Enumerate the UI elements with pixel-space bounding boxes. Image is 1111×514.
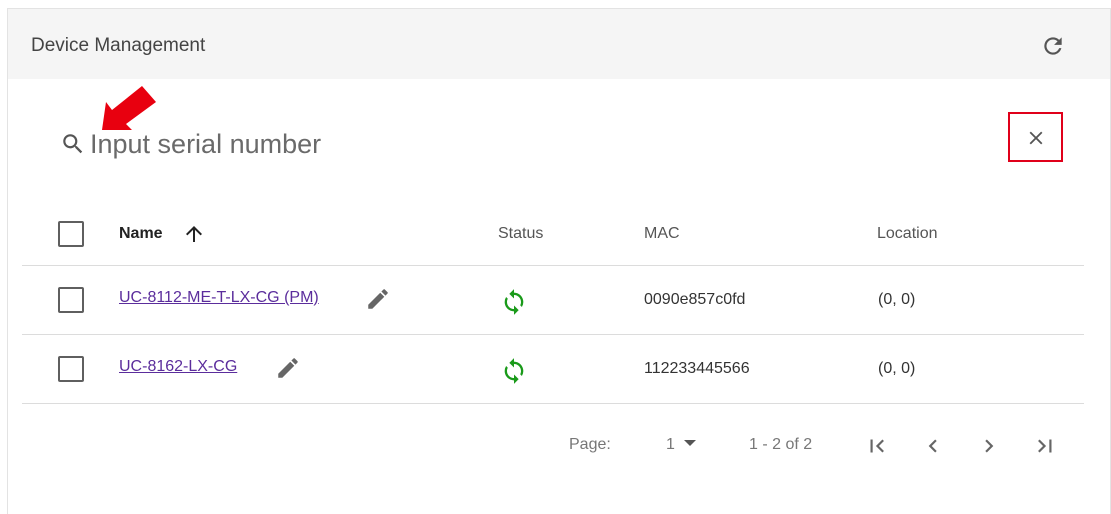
refresh-icon[interactable] bbox=[1040, 33, 1066, 59]
current-page: 1 bbox=[666, 436, 675, 453]
pagination-bar: Page: 1 1 - 2 of 2 bbox=[0, 428, 1111, 468]
page-range: 1 - 2 of 2 bbox=[749, 436, 813, 453]
edit-icon[interactable] bbox=[365, 286, 391, 312]
device-table: Name Status MAC Location UC-8112-ME-T-LX… bbox=[22, 197, 1084, 404]
mac-address: 0090e857c0fd bbox=[644, 291, 746, 308]
chevron-down-icon bbox=[683, 439, 696, 446]
table-row: UC-8112-ME-T-LX-CG (PM) 0090e857c0fd (0,… bbox=[22, 266, 1084, 335]
card-header: Device Management bbox=[8, 9, 1110, 79]
edit-icon[interactable] bbox=[275, 355, 301, 381]
arrow-annotation-icon bbox=[102, 86, 156, 130]
device-name-link[interactable]: UC-8162-LX-CG bbox=[119, 358, 237, 376]
mac-address: 112233445566 bbox=[644, 360, 750, 377]
previous-page-icon[interactable] bbox=[920, 433, 946, 459]
page-label: Page: bbox=[569, 436, 611, 453]
location-value: (0, 0) bbox=[878, 360, 916, 377]
column-header-name[interactable]: Name bbox=[119, 225, 163, 243]
sort-ascending-icon[interactable] bbox=[182, 222, 206, 246]
page-select[interactable]: 1 bbox=[666, 436, 696, 454]
column-header-status: Status bbox=[498, 225, 544, 242]
next-page-icon[interactable] bbox=[976, 433, 1002, 459]
row-checkbox[interactable] bbox=[58, 356, 84, 382]
search-bar bbox=[0, 110, 1111, 170]
select-all-checkbox[interactable] bbox=[58, 221, 84, 247]
location-value: (0, 0) bbox=[878, 291, 916, 308]
table-row: UC-8162-LX-CG 112233445566 (0, 0) bbox=[22, 335, 1084, 404]
first-page-icon[interactable] bbox=[864, 433, 890, 459]
row-checkbox[interactable] bbox=[58, 287, 84, 313]
column-header-location: Location bbox=[877, 225, 938, 242]
sync-icon bbox=[500, 357, 528, 385]
last-page-icon[interactable] bbox=[1032, 433, 1058, 459]
clear-search-button[interactable] bbox=[1008, 112, 1063, 162]
search-icon bbox=[60, 131, 86, 157]
device-name-link[interactable]: UC-8112-ME-T-LX-CG (PM) bbox=[119, 289, 319, 307]
sync-icon bbox=[500, 288, 528, 316]
column-header-mac: MAC bbox=[644, 225, 680, 242]
close-icon bbox=[1029, 131, 1043, 145]
page-title: Device Management bbox=[31, 35, 206, 56]
table-header-row: Name Status MAC Location bbox=[22, 197, 1084, 266]
